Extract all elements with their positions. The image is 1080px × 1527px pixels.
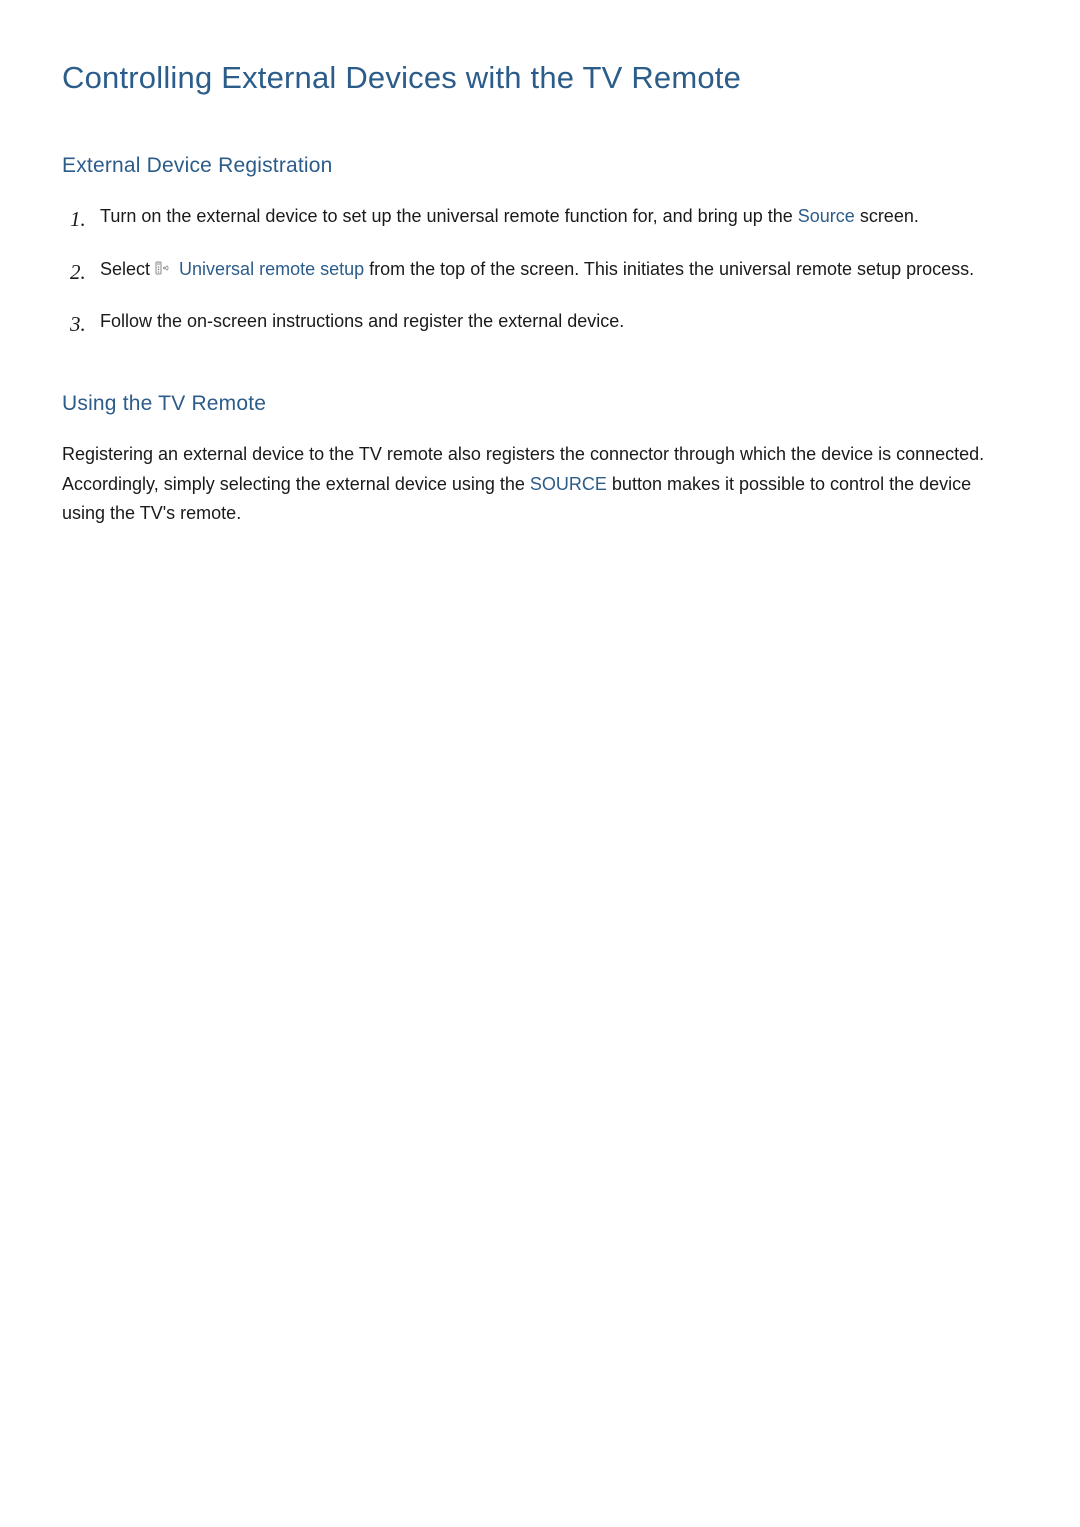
step-content: Select Universal remote setup from the t… bbox=[94, 255, 1018, 285]
step-text-post: screen. bbox=[855, 206, 919, 226]
list-item: 2. Select Universal remote setup from th… bbox=[62, 255, 1018, 290]
using-remote-paragraph: Registering an external device to the TV… bbox=[62, 440, 1018, 529]
registration-steps-list: 1. Turn on the external device to set up… bbox=[62, 202, 1018, 342]
step-content: Turn on the external device to set up th… bbox=[94, 202, 1018, 232]
step-text-pre: Turn on the external device to set up th… bbox=[100, 206, 798, 226]
step-text-pre: Select bbox=[100, 259, 155, 279]
source-highlight: Source bbox=[798, 206, 855, 226]
step-content: Follow the on-screen instructions and re… bbox=[94, 307, 1018, 337]
section-heading-using-remote: Using the TV Remote bbox=[62, 392, 1018, 416]
step-number: 1. bbox=[62, 202, 94, 237]
universal-remote-highlight: Universal remote setup bbox=[179, 259, 364, 279]
list-item: 1. Turn on the external device to set up… bbox=[62, 202, 1018, 237]
page-title: Controlling External Devices with the TV… bbox=[62, 60, 1018, 96]
step-number: 2. bbox=[62, 255, 94, 290]
source-button-highlight: SOURCE bbox=[530, 474, 607, 494]
step-text-post: from the top of the screen. This initiat… bbox=[364, 259, 974, 279]
remote-icon bbox=[155, 255, 172, 285]
section-heading-registration: External Device Registration bbox=[62, 154, 1018, 178]
step-number: 3. bbox=[62, 307, 94, 342]
list-item: 3. Follow the on-screen instructions and… bbox=[62, 307, 1018, 342]
